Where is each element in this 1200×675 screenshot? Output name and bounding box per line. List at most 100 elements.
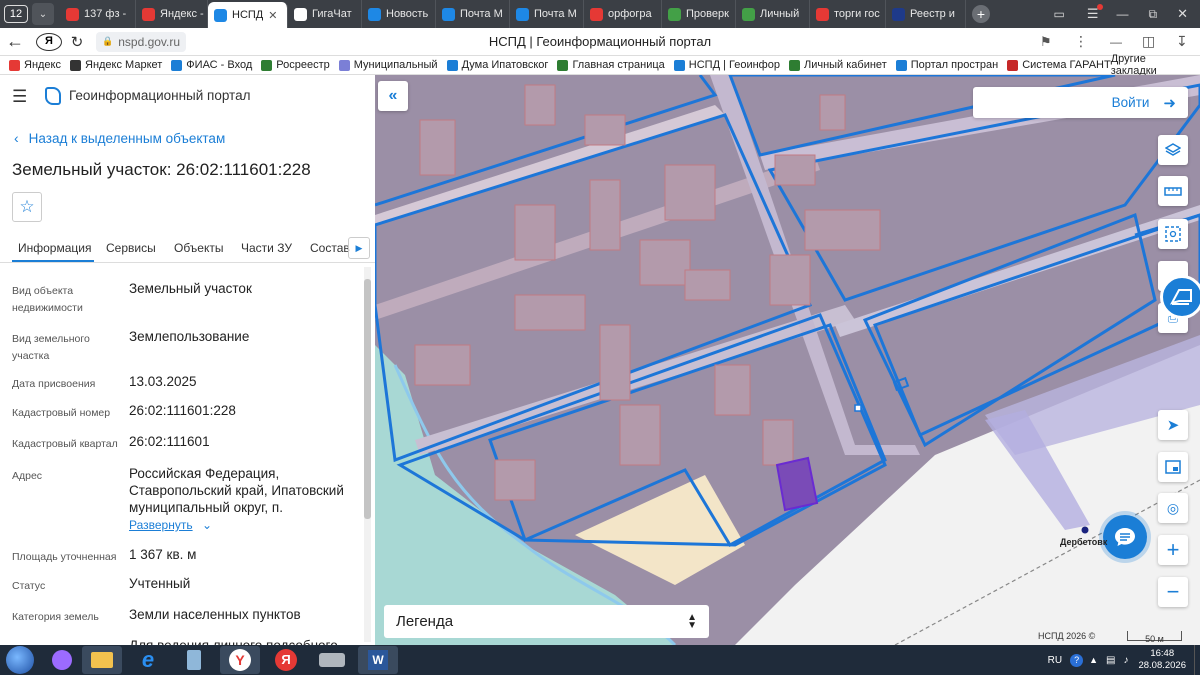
bookmark-item[interactable]: Яндекс Маркет <box>70 59 162 71</box>
object-tab[interactable]: Информация <box>18 241 91 255</box>
browser-tab[interactable]: НСПД ✕ <box>208 2 288 28</box>
chat-button[interactable] <box>1103 515 1147 559</box>
browser-tab[interactable]: 137 фз - <box>60 0 136 28</box>
object-tab[interactable]: Состав <box>310 241 350 255</box>
tab-label: ГигаЧат <box>312 8 352 20</box>
tab-favicon-icon <box>816 7 829 21</box>
panel-scrollbar[interactable] <box>364 267 371 642</box>
bookmark-icon[interactable]: ⚑ <box>1040 34 1052 50</box>
back-link[interactable]: ‹ Назад к выделенным объектам <box>14 130 225 146</box>
field-value: 13.03.2025 <box>129 374 197 389</box>
help-icon[interactable]: ? <box>1070 653 1084 667</box>
close-window-button[interactable]: ✕ <box>1177 6 1188 22</box>
browser-tab[interactable]: Реестр и <box>886 0 966 28</box>
tab-favicon-icon <box>66 7 79 21</box>
scanner-icon[interactable] <box>312 646 352 674</box>
expand-address-link[interactable]: Развернуть ⌄ <box>129 518 212 532</box>
menu-icon[interactable]: ☰ <box>1087 4 1103 22</box>
object-tab[interactable]: Части ЗУ <box>241 241 292 255</box>
network-icon[interactable]: ▤ <box>1106 655 1115 666</box>
browser-tab[interactable]: Проверк <box>662 0 736 28</box>
map-canvas[interactable] <box>375 75 1200 645</box>
browser-tab[interactable]: орфогра <box>584 0 662 28</box>
yandex-browser-icon[interactable]: Y <box>220 646 260 674</box>
legend-dropdown[interactable]: Легенда ▲ ▼ <box>384 605 709 638</box>
bookmark-label: Дума Ипатовског <box>461 59 549 71</box>
cadastral-map[interactable]: « Войти ➜ ⎙ ➤ ◎ Дербетовк + − Легенда ▲ ▼… <box>375 75 1200 645</box>
show-desktop-button[interactable] <box>1194 645 1200 675</box>
tabs-collection-icon[interactable]: ▭ <box>1054 7 1065 21</box>
navigate-button[interactable]: ➤ <box>1158 410 1188 440</box>
scale-label: 50 м <box>1145 634 1164 644</box>
tabs-scroll-right-button[interactable]: ▶ <box>348 237 370 259</box>
downloads-icon[interactable]: ↧ <box>1176 33 1188 50</box>
bookmark-item[interactable]: НСПД | Геоинфор <box>673 59 780 71</box>
language-indicator[interactable]: RU <box>1048 655 1062 666</box>
bookmark-favicon-icon <box>673 59 685 71</box>
minimize-button[interactable]: — <box>1117 7 1129 21</box>
chevron-down-icon: ⌄ <box>198 518 212 532</box>
object-tab[interactable]: Сервисы <box>106 241 156 255</box>
tab-favicon-icon <box>294 7 307 21</box>
browser-tab[interactable]: Яндекс - <box>136 0 208 28</box>
bookmark-item[interactable]: Главная страница <box>557 59 665 71</box>
url-field[interactable]: 🔒 nspd.gov.ru <box>96 31 187 52</box>
select-area-button[interactable] <box>1158 219 1188 249</box>
bookmark-label: Росреестр <box>276 59 330 71</box>
back-arrow-icon[interactable]: ← <box>0 31 30 52</box>
browser-tab[interactable]: Новость <box>362 0 436 28</box>
new-tab-button[interactable]: + <box>972 5 990 23</box>
browser-tab[interactable]: Почта М <box>510 0 584 28</box>
zoom-out-button[interactable]: − <box>1158 577 1188 607</box>
minimize-tab-icon[interactable]: — <box>1110 35 1122 49</box>
zoom-in-button[interactable]: + <box>1158 535 1188 565</box>
bookmark-item[interactable]: Муниципальный <box>338 59 438 71</box>
collapse-panel-button[interactable]: « <box>378 81 408 111</box>
bookmark-item[interactable]: Портал простран <box>895 59 998 71</box>
field-value: Учтенный <box>129 576 191 591</box>
object-tab[interactable]: Объекты <box>174 241 224 255</box>
alice-icon[interactable] <box>48 646 76 674</box>
bookmark-item[interactable]: Система ГАРАНТ <box>1007 59 1111 71</box>
yandex-logo-icon[interactable]: Я <box>36 32 62 51</box>
close-tab-icon[interactable]: ✕ <box>268 9 277 22</box>
word-icon[interactable]: W <box>358 646 398 674</box>
chat-icon <box>1115 528 1135 546</box>
bookmark-item[interactable]: ФИАС - Вход <box>171 59 252 71</box>
picture-in-picture-button[interactable] <box>1158 452 1188 482</box>
browser-tab[interactable]: торги гос <box>810 0 886 28</box>
assistant-circle-button[interactable] <box>1160 275 1200 319</box>
tab-counter[interactable]: 12 <box>4 5 28 23</box>
reload-icon[interactable]: ↻ <box>62 33 92 51</box>
bookmark-item[interactable]: Яндекс <box>9 59 61 71</box>
clock[interactable]: 16:48 28.08.2026 <box>1138 648 1186 672</box>
restore-button[interactable]: ⧉ <box>1149 7 1158 22</box>
internet-explorer-icon[interactable]: e <box>128 646 168 674</box>
calculator-icon[interactable] <box>174 646 214 674</box>
file-explorer-icon[interactable] <box>82 646 122 674</box>
login-button[interactable]: Войти ➜ <box>973 87 1188 118</box>
portal-logo-icon <box>45 87 61 105</box>
other-bookmarks[interactable]: Другие закладки <box>1111 53 1178 77</box>
extensions-icon[interactable]: ◫ <box>1142 33 1155 50</box>
bookmark-item[interactable]: Росреестр <box>261 59 330 71</box>
tab-menu-chevron-icon[interactable]: ⌄ <box>32 3 54 25</box>
object-tabs: Информация Сервисы Объекты Части ЗУ Состав <box>0 233 375 263</box>
yandex-icon[interactable]: Я <box>266 646 306 674</box>
bookmark-item[interactable]: Личный кабинет <box>788 59 887 71</box>
layers-button[interactable] <box>1158 135 1188 165</box>
more-options-icon[interactable]: ⋮ <box>1074 33 1088 50</box>
start-button[interactable] <box>6 646 34 674</box>
tray-arrow-icon[interactable]: ▲ <box>1089 655 1098 665</box>
volume-icon[interactable]: ♪ <box>1123 655 1128 666</box>
browser-tab[interactable]: ГигаЧат <box>288 0 362 28</box>
favorite-button[interactable]: ☆ <box>12 192 42 222</box>
bookmark-item[interactable]: Дума Ипатовског <box>446 59 549 71</box>
hamburger-menu-icon[interactable]: ☰ <box>12 87 27 107</box>
map-copyright: НСПД 2026 © <box>1038 631 1096 641</box>
geolocation-button[interactable]: ◎ <box>1158 493 1188 523</box>
clock-date: 28.08.2026 <box>1138 660 1186 671</box>
ruler-button[interactable] <box>1158 176 1188 206</box>
browser-tab[interactable]: Почта М <box>436 0 510 28</box>
browser-tab[interactable]: Личный <box>736 0 810 28</box>
